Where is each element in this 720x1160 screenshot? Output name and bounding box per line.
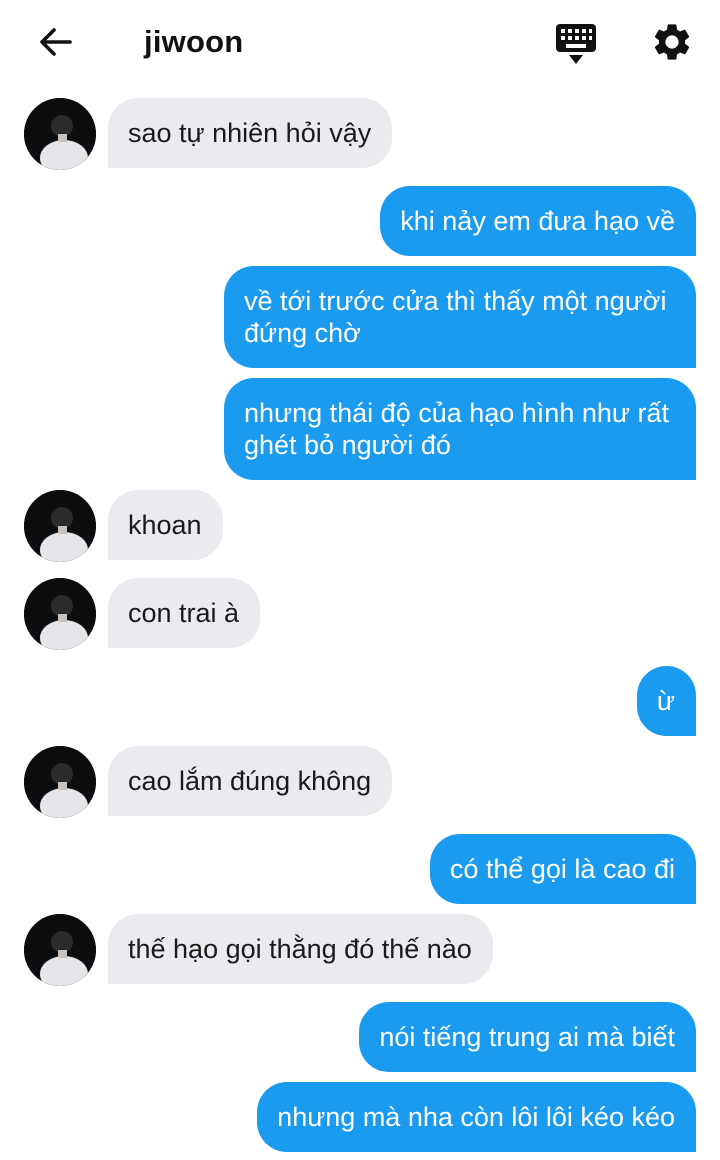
message-bubble-outgoing[interactable]: nói tiếng trung ai mà biết: [359, 1002, 696, 1072]
chat-header: jiwoon: [0, 0, 720, 86]
message-bubble-incoming[interactable]: thế hạo gọi thằng đó thế nào: [108, 914, 493, 984]
gear-icon: [654, 24, 690, 60]
settings-button[interactable]: [650, 20, 694, 64]
contact-avatar[interactable]: [24, 490, 96, 562]
message-bubble-incoming[interactable]: con trai à: [108, 578, 261, 648]
message-bubble-incoming[interactable]: cao lắm đúng không: [108, 746, 393, 816]
message-bubble-outgoing[interactable]: nhưng mà nha còn lôi lôi kéo kéo: [257, 1082, 696, 1152]
contact-avatar[interactable]: [24, 578, 96, 650]
message-bubble-outgoing[interactable]: có thể gọi là cao đi: [429, 834, 696, 904]
contact-avatar[interactable]: [24, 914, 96, 986]
back-button[interactable]: [36, 22, 76, 62]
keyboard-hide-icon: [556, 24, 596, 64]
message-bubble-outgoing[interactable]: khi nảy em đưa hạo về: [380, 186, 696, 256]
message-bubble-outgoing[interactable]: về tới trước cửa thì thấy một người đứng…: [224, 266, 696, 368]
keyboard-button[interactable]: [554, 22, 598, 66]
message-bubble-incoming[interactable]: sao tự nhiên hỏi vậy: [108, 98, 393, 168]
contact-name[interactable]: jiwoon: [144, 24, 243, 60]
message-bubble-outgoing[interactable]: ừ: [636, 666, 696, 736]
arrow-left-icon: [40, 28, 72, 56]
contact-avatar[interactable]: [24, 746, 96, 818]
contact-avatar[interactable]: [24, 98, 96, 170]
message-bubble-outgoing[interactable]: nhưng thái độ của hạo hình như rất ghét …: [224, 378, 696, 480]
message-bubble-incoming[interactable]: khoan: [108, 490, 223, 560]
